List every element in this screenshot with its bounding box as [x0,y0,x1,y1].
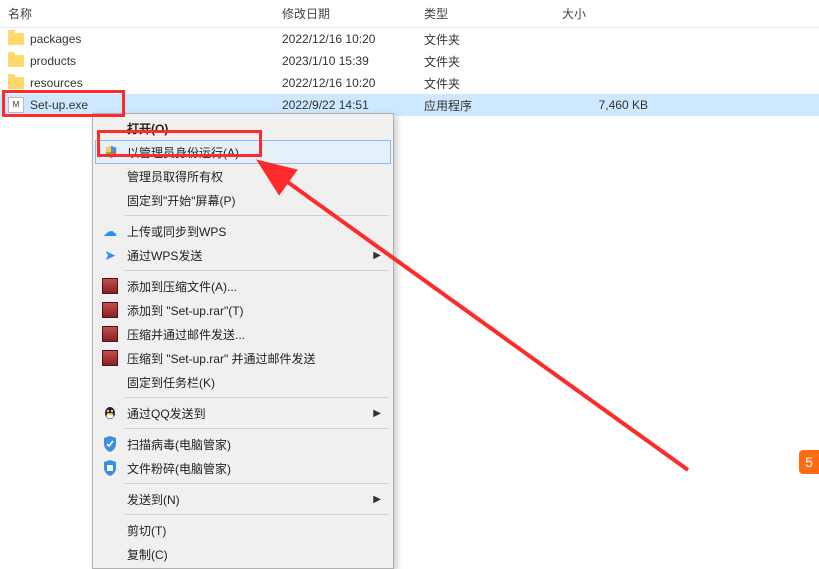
column-name[interactable]: 名称 [0,5,274,22]
file-name: products [30,54,76,68]
file-type: 文件夹 [416,53,554,70]
menu-separator [125,397,389,398]
menu-pin-taskbar[interactable]: 固定到任务栏(K) [95,370,391,394]
file-name: resources [30,76,83,90]
file-type: 文件夹 [416,75,554,92]
file-row-resources[interactable]: resources 2022/12/16 10:20 文件夹 [0,72,819,94]
menu-compress-setup-email[interactable]: 压缩到 "Set-up.rar" 并通过邮件发送 [95,346,391,370]
file-list: packages 2022/12/16 10:20 文件夹 products 2… [0,28,819,116]
column-size[interactable]: 大小 [554,5,644,22]
menu-separator [125,428,389,429]
file-date: 2023/1/10 15:39 [274,54,416,68]
menu-open[interactable]: 打开(O) [95,116,391,140]
context-menu: 打开(O) 以管理员身份运行(A) 管理员取得所有权 固定到"开始"屏幕(P) … [92,113,394,569]
menu-upload-wps[interactable]: ☁ 上传或同步到WPS [95,219,391,243]
menu-send-qq[interactable]: 通过QQ发送到 ▶ [95,401,391,425]
file-date: 2022/12/16 10:20 [274,32,416,46]
menu-admin-own[interactable]: 管理员取得所有权 [95,164,391,188]
menu-pin-start[interactable]: 固定到"开始"屏幕(P) [95,188,391,212]
menu-run-as-admin[interactable]: 以管理员身份运行(A) [95,140,391,164]
menu-shred[interactable]: 文件粉碎(电脑管家) [95,456,391,480]
column-type[interactable]: 类型 [416,5,554,22]
file-type: 应用程序 [416,97,554,114]
menu-separator [125,483,389,484]
file-type: 文件夹 [416,31,554,48]
folder-icon [8,77,24,89]
file-size: 7,460 KB [554,98,664,112]
submenu-arrow-icon: ▶ [373,494,381,505]
file-row-packages[interactable]: packages 2022/12/16 10:20 文件夹 [0,28,819,50]
menu-add-to-setup-rar[interactable]: 添加到 "Set-up.rar"(T) [95,298,391,322]
menu-send-to[interactable]: 发送到(N)▶ [95,487,391,511]
menu-compress-email[interactable]: 压缩并通过邮件发送... [95,322,391,346]
rar-icon [101,349,119,367]
shield-icon [102,143,120,161]
send-icon: ➤ [101,246,119,264]
file-name: Set-up.exe [30,98,88,112]
rar-icon [101,277,119,295]
side-badge[interactable]: 5 [799,450,819,474]
column-header-row: 名称 修改日期 类型 大小 [0,0,819,28]
file-name: packages [30,32,81,46]
column-date[interactable]: 修改日期 [274,5,416,22]
menu-separator [125,270,389,271]
menu-separator [125,514,389,515]
submenu-arrow-icon: ▶ [373,250,381,261]
folder-icon [8,55,24,67]
shield-shred-icon [101,459,119,477]
rar-icon [101,325,119,343]
file-row-products[interactable]: products 2023/1/10 15:39 文件夹 [0,50,819,72]
menu-scan-virus[interactable]: 扫描病毒(电脑管家) [95,432,391,456]
shield-check-icon [101,435,119,453]
exe-icon: M [8,97,24,113]
file-date: 2022/12/16 10:20 [274,76,416,90]
rar-icon [101,301,119,319]
menu-cut[interactable]: 剪切(T) [95,518,391,542]
menu-send-wps[interactable]: ➤ 通过WPS发送 ▶ [95,243,391,267]
folder-icon [8,33,24,45]
menu-separator [125,215,389,216]
file-date: 2022/9/22 14:51 [274,98,416,112]
cloud-upload-icon: ☁ [101,222,119,240]
menu-add-archive[interactable]: 添加到压缩文件(A)... [95,274,391,298]
qq-icon [101,404,119,422]
submenu-arrow-icon: ▶ [373,408,381,419]
menu-copy[interactable]: 复制(C) [95,542,391,566]
